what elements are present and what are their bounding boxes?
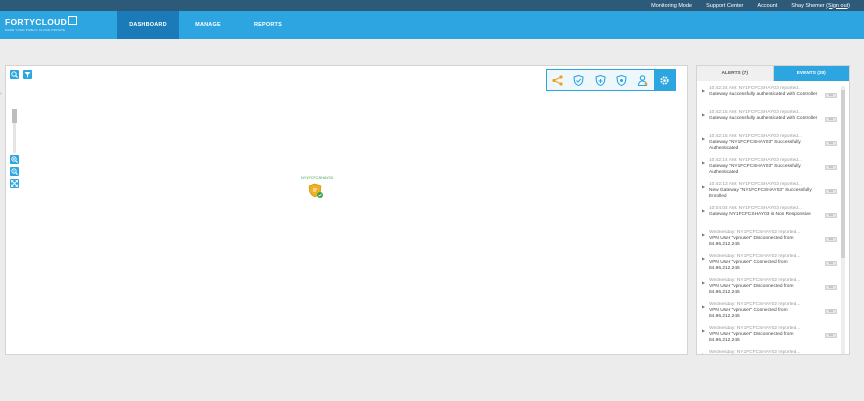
event-item[interactable]: ▶ Wednesday: NY1FCFCSHAY02 reported... VPN… xyxy=(701,230,837,254)
more-button[interactable]: ••• xyxy=(825,237,837,242)
expand-caret-icon[interactable]: ▶ xyxy=(702,88,705,93)
user-info: Shay Shemer (Sign out) xyxy=(791,3,850,9)
more-button[interactable]: ••• xyxy=(825,309,837,314)
gateway-node-label: NY1FCFCSHAY03 xyxy=(301,176,333,180)
event-item[interactable]: ▶ 10:42:15 AM: NY1FCFCSHAY03 reported... G… xyxy=(701,110,837,134)
expand-caret-icon[interactable]: ▶ xyxy=(702,256,705,261)
zoom-slider-thumb[interactable] xyxy=(12,109,17,123)
event-description: Gateway NY1FCFCSHAY03 is Non Responsive xyxy=(709,212,811,217)
user-pin-icon[interactable] xyxy=(632,70,653,90)
expand-caret-icon[interactable]: ▶ xyxy=(702,160,705,165)
expand-caret-icon[interactable]: ▶ xyxy=(702,352,705,354)
events-list: ▶ 10:42:24 AM: NY1FCFCSHAY03 reported... G… xyxy=(701,86,837,354)
event-description: VPN User "vpnuser" Disconnected from 84.… xyxy=(709,284,794,295)
alerts-events-panel: ALERTS (7) EVENTS (20) ▶ 10:42:24 AM: NY1… xyxy=(696,65,850,355)
filter-icon[interactable] xyxy=(23,70,32,79)
more-button[interactable]: ••• xyxy=(825,117,837,122)
zoom-slider[interactable] xyxy=(12,109,17,153)
more-button[interactable]: ••• xyxy=(825,333,837,338)
events-scrollbar-thumb[interactable] xyxy=(841,90,845,258)
more-button[interactable]: ••• xyxy=(825,213,837,218)
event-description: VPN User "vpnuser" Connected from 84.95.… xyxy=(709,308,788,319)
side-tabs: ALERTS (7) EVENTS (20) xyxy=(697,66,849,81)
expand-caret-icon[interactable]: ▶ xyxy=(702,208,705,213)
event-item[interactable]: ▶ 10:42:15 AM: NY1FCFCSHAY03 reported... G… xyxy=(701,134,837,158)
top-bar: Monitoring Mode Support Center Account S… xyxy=(0,0,864,11)
tab-alerts[interactable]: ALERTS (7) xyxy=(697,66,774,81)
more-button[interactable]: ••• xyxy=(825,165,837,170)
brand-logo[interactable]: FORTYCLOUD MAKE YOUR PUBLIC CLOUD PRIVAT… xyxy=(5,15,78,35)
event-item[interactable]: ▶ 10:42:24 AM: NY1FCFCSHAY03 reported... G… xyxy=(701,86,837,110)
event-item[interactable]: ▶ Wednesday: NY1FCFCSHAY02 reported... VPN… xyxy=(701,254,837,278)
event-item[interactable]: ▶ 10:04:04 AM: NY1FCFCSHAY03 reported... G… xyxy=(701,206,837,230)
account-link[interactable]: Account xyxy=(757,3,777,9)
map-toolbar xyxy=(546,69,676,91)
event-description: Gateway "NY1FCFCSHAY03" Successfully Aut… xyxy=(709,164,801,175)
event-description: New Gateway "NY1FCFCSHAY03" Successfully… xyxy=(709,188,812,199)
event-item[interactable]: ▶ 10:42:14 AM: NY1FCFCSHAY03 reported... G… xyxy=(701,158,837,182)
event-description: VPN User "vpnuser" Disconnected from 84.… xyxy=(709,332,794,343)
tab-dashboard[interactable]: DASHBOARD xyxy=(117,11,179,39)
support-center-link[interactable]: Support Center xyxy=(706,3,743,9)
monitoring-mode-link[interactable]: Monitoring Mode xyxy=(651,3,692,9)
edge-marker: › xyxy=(0,91,2,97)
expand-caret-icon[interactable]: ▶ xyxy=(702,184,705,189)
event-description: Gateway successfully authenticated with … xyxy=(709,92,818,97)
tab-reports[interactable]: REPORTS xyxy=(240,11,296,39)
more-button[interactable]: ••• xyxy=(825,189,837,194)
gateway-node-icon[interactable] xyxy=(308,183,324,199)
expand-caret-icon[interactable]: ▶ xyxy=(702,232,705,237)
event-description: Gateway "NY1FCFCSHAY03" Successfully Aut… xyxy=(709,140,801,151)
brand-tagline: MAKE YOUR PUBLIC CLOUD PRIVATE xyxy=(5,28,66,32)
event-item[interactable]: ▶ Wednesday: NY1FCFCSHAY02 reported... VPN… xyxy=(701,326,837,350)
main-nav: FORTYCLOUD MAKE YOUR PUBLIC CLOUD PRIVAT… xyxy=(0,11,864,39)
event-description: VPN User "vpnuser" Disconnected from 84.… xyxy=(709,236,794,247)
user-name: Shay Shemer xyxy=(791,2,825,9)
brand-name: FORTYCLOUD xyxy=(5,17,68,27)
tab-events[interactable]: EVENTS (20) xyxy=(773,66,849,81)
zoom-to-fit-icon[interactable] xyxy=(10,70,19,79)
network-map-panel[interactable]: NY1FCFCSHAY03 xyxy=(5,65,688,355)
tab-manage[interactable]: MANAGE xyxy=(181,11,235,39)
events-scrollbar[interactable] xyxy=(841,86,845,354)
more-button[interactable]: ••• xyxy=(825,261,837,266)
more-button[interactable]: ••• xyxy=(825,285,837,290)
expand-caret-icon[interactable]: ▶ xyxy=(702,328,705,333)
event-description: VPN User "vpnuser" Connected from 84.95.… xyxy=(709,260,788,271)
event-time: Wednesday: NY1FCFCSHAY02 reported... xyxy=(709,350,801,354)
more-button[interactable]: ••• xyxy=(825,141,837,146)
shield-icon[interactable] xyxy=(611,70,632,90)
expand-caret-icon[interactable]: ▶ xyxy=(702,112,705,117)
logo-box-icon xyxy=(68,15,78,25)
event-item[interactable]: ▶ Wednesday: NY1FCFCSHAY02 reported... VPN… xyxy=(701,302,837,326)
shield-icon[interactable] xyxy=(590,70,611,90)
sign-out-link[interactable]: (Sign out) xyxy=(826,3,850,9)
zoom-in-icon[interactable] xyxy=(10,155,19,164)
expand-caret-icon[interactable]: ▶ xyxy=(702,304,705,309)
event-item[interactable]: ▶Wednesday: NY1FCFCSHAY02 reported...••• xyxy=(701,350,837,354)
share-icon[interactable] xyxy=(547,70,568,90)
expand-caret-icon[interactable]: ▶ xyxy=(702,136,705,141)
more-button[interactable]: ••• xyxy=(825,93,837,98)
event-description: Gateway successfully authenticated with … xyxy=(709,116,818,121)
zoom-out-icon[interactable] xyxy=(10,167,19,176)
expand-caret-icon[interactable]: ▶ xyxy=(702,280,705,285)
event-item[interactable]: ▶ 10:42:13 AM: NY1FCFCSHAY03 reported... N… xyxy=(701,182,837,206)
event-item[interactable]: ▶ Wednesday: NY1FCFCSHAY02 reported... VPN… xyxy=(701,278,837,302)
gear-icon[interactable] xyxy=(653,69,675,91)
fullscreen-icon[interactable] xyxy=(10,179,19,188)
shield-icon[interactable] xyxy=(568,70,589,90)
